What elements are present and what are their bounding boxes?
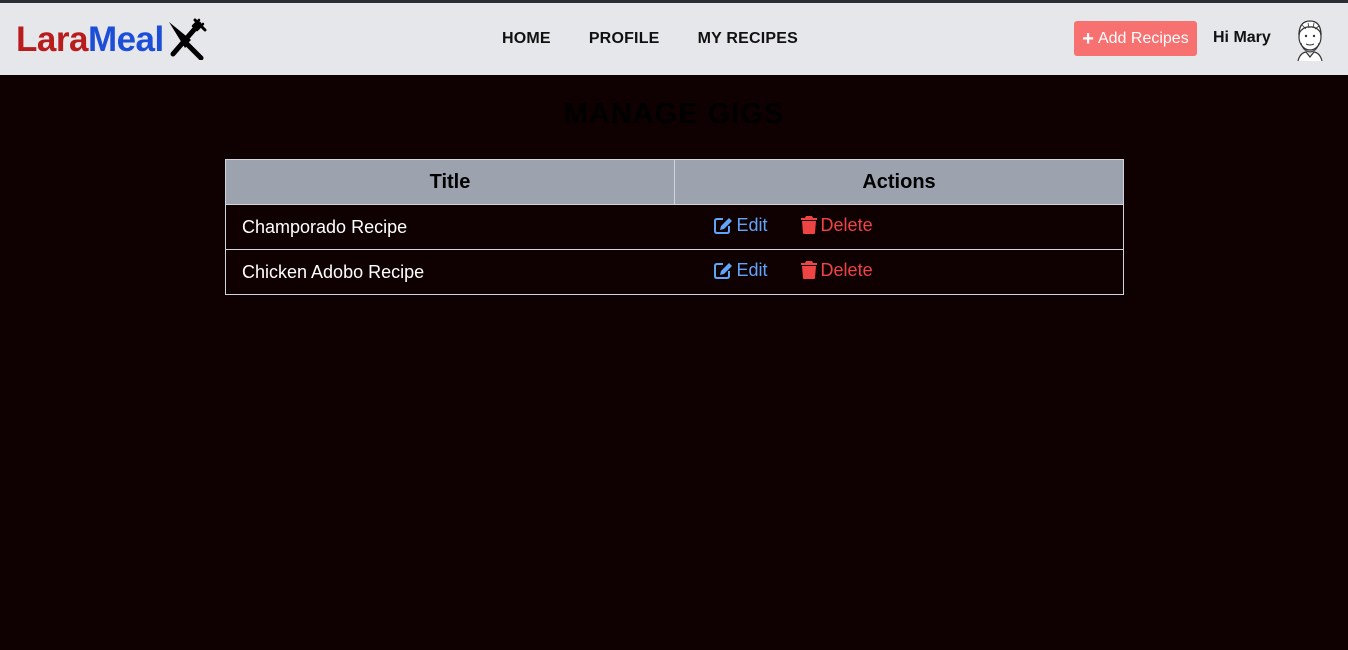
add-recipes-button[interactable]: + Add Recipes bbox=[1074, 21, 1197, 56]
column-header-actions: Actions bbox=[674, 159, 1124, 205]
logo-text-meal: Meal bbox=[87, 19, 164, 59]
delete-label: Delete bbox=[820, 259, 873, 280]
row-actions: Edit Delete bbox=[674, 204, 1124, 250]
trash-icon bbox=[800, 216, 817, 235]
avatar[interactable] bbox=[1292, 17, 1328, 61]
logo-text: LaraMeal bbox=[16, 22, 164, 57]
user-greeting: Hi Mary bbox=[1213, 29, 1271, 46]
fork-knife-icon bbox=[168, 18, 207, 60]
column-header-title: Title bbox=[225, 159, 675, 205]
recipe-title: Champorado Recipe bbox=[225, 204, 675, 250]
edit-button[interactable]: Edit bbox=[713, 260, 768, 281]
edit-icon bbox=[713, 218, 732, 235]
edit-icon bbox=[713, 263, 732, 280]
logo-text-lara: Lara bbox=[16, 19, 88, 59]
nav-link-my-recipes[interactable]: MY RECIPES bbox=[698, 30, 798, 48]
navbar: LaraMeal HOME PROFILE MY RECIPES + Add R… bbox=[0, 3, 1348, 75]
edit-button[interactable]: Edit bbox=[713, 215, 768, 236]
nav-link-profile[interactable]: PROFILE bbox=[589, 30, 660, 48]
page-title: MANAGE GIGS bbox=[563, 98, 785, 130]
table-header-row: Title Actions bbox=[225, 159, 1124, 205]
recipes-table: Title Actions Champorado Recipe Edit Del… bbox=[225, 159, 1124, 295]
add-recipes-label: Add Recipes bbox=[1097, 29, 1189, 47]
edit-label: Edit bbox=[736, 215, 768, 236]
trash-icon bbox=[800, 261, 817, 280]
nav-links: HOME PROFILE MY RECIPES bbox=[502, 3, 836, 75]
nav-link-home[interactable]: HOME bbox=[502, 30, 551, 48]
delete-button[interactable]: Delete bbox=[800, 214, 873, 236]
delete-label: Delete bbox=[820, 214, 873, 235]
row-actions: Edit Delete bbox=[674, 249, 1124, 295]
recipe-title: Chicken Adobo Recipe bbox=[225, 249, 675, 295]
table-row: Champorado Recipe Edit Delete bbox=[225, 204, 1124, 250]
delete-button[interactable]: Delete bbox=[800, 259, 873, 281]
edit-label: Edit bbox=[736, 260, 768, 281]
logo[interactable]: LaraMeal bbox=[16, 15, 207, 63]
table-row: Chicken Adobo Recipe Edit Delete bbox=[225, 249, 1124, 295]
plus-icon: + bbox=[1082, 27, 1094, 50]
